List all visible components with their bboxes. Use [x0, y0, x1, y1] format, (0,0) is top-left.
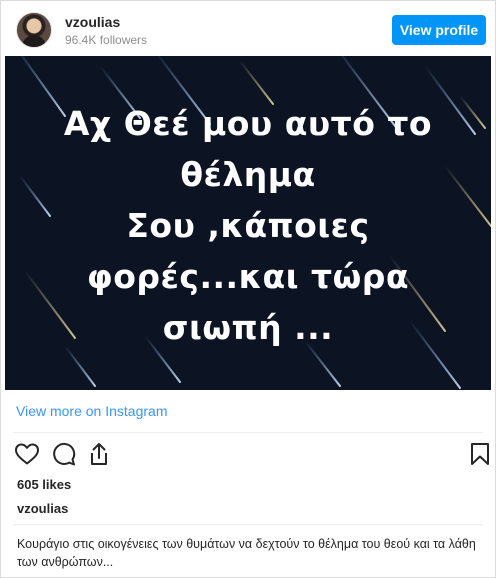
share-icon[interactable]	[87, 441, 111, 467]
heart-icon[interactable]	[14, 442, 40, 466]
quote-line: Σου ,κάποιες	[126, 206, 370, 245]
view-profile-button[interactable]: View profile	[392, 15, 486, 45]
post-header: vzoulias 96.4K followers View profile	[1, 1, 495, 55]
bookmark-icon[interactable]	[470, 442, 490, 466]
quote-line: θέλημα	[180, 155, 316, 194]
view-more-link[interactable]: View more on Instagram	[16, 403, 167, 419]
quote-text: Αχ Θεέ μου αυτό το θέλημα Σου ,κάποιες φ…	[5, 98, 491, 353]
followers-count: 96.4K followers	[65, 33, 148, 47]
divider	[13, 524, 483, 525]
caption-username[interactable]: vzoulias	[17, 501, 68, 516]
divider	[13, 432, 483, 433]
caption-text: Κουράγιο στις οικογένειες των θυμάτων να…	[17, 537, 476, 569]
comment-icon[interactable]	[51, 442, 77, 466]
quote-line: σιωπή ...	[162, 308, 334, 347]
quote-line: φορές...και τώρα	[86, 257, 410, 296]
likes-count[interactable]: 605 likes	[17, 477, 71, 492]
avatar[interactable]	[16, 12, 52, 48]
quote-line: Αχ Θεέ μου αυτό το	[63, 104, 433, 143]
post-image[interactable]: Αχ Θεέ μου αυτό το θέλημα Σου ,κάποιες φ…	[5, 56, 491, 390]
username[interactable]: vzoulias	[65, 14, 120, 30]
instagram-embed-card: vzoulias 96.4K followers View profile Αχ…	[0, 0, 496, 578]
